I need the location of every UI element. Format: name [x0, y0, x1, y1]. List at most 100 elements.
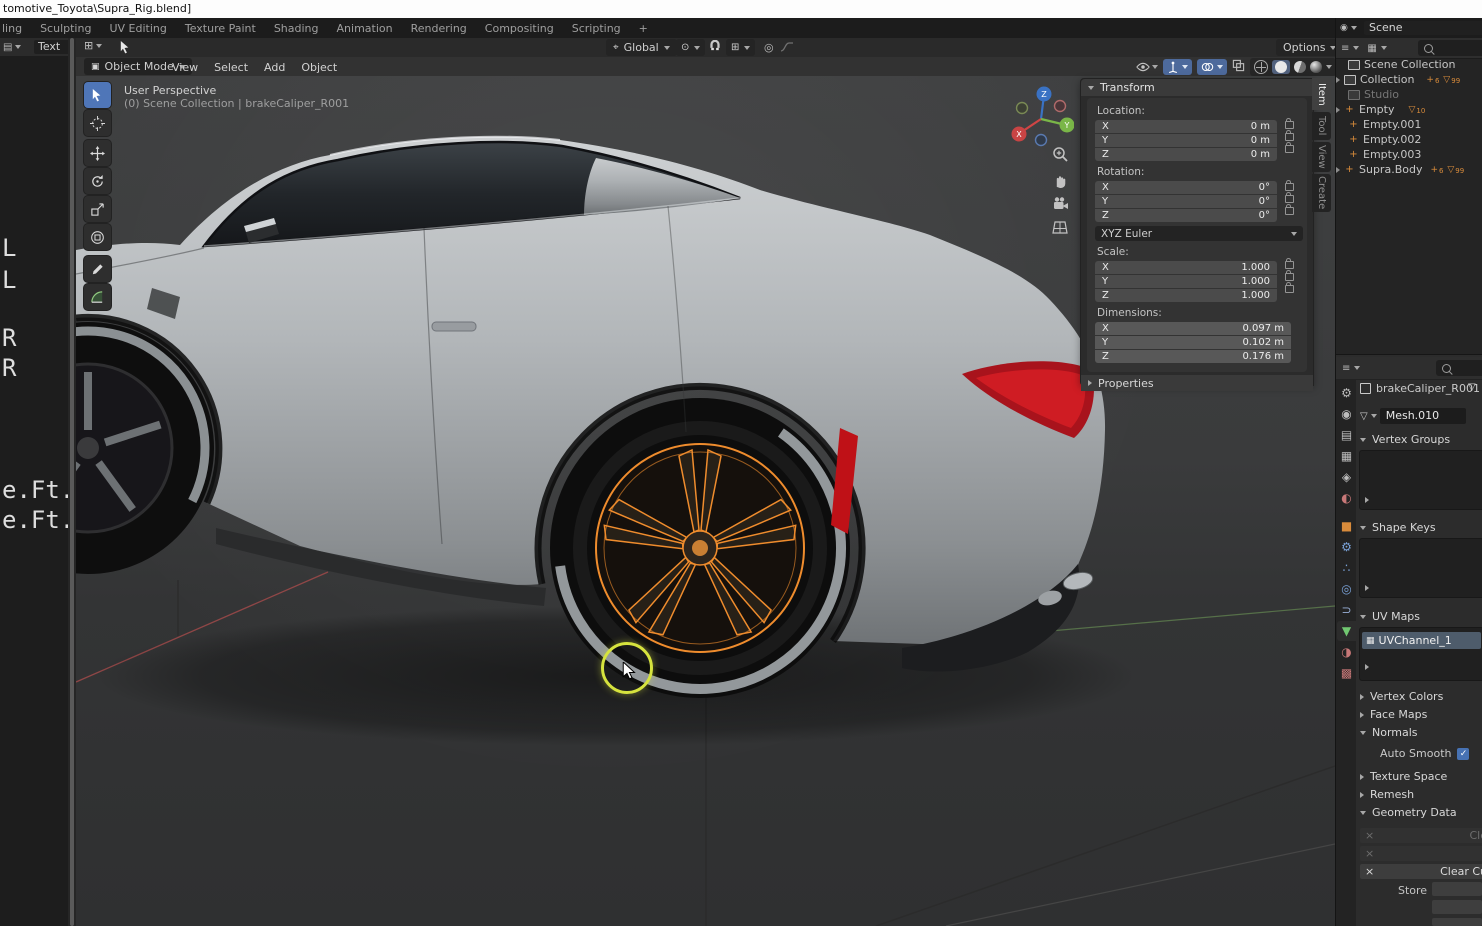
properties-subpanel-header[interactable]: Properties [1081, 375, 1313, 391]
menu-object[interactable]: Object [293, 57, 345, 77]
add-workspace-button[interactable]: + [630, 20, 657, 37]
rotation-mode-dropdown[interactable]: XYZ Euler [1095, 226, 1303, 241]
shading-wireframe-button[interactable] [1254, 60, 1268, 74]
text-editor-scrollbar[interactable] [68, 38, 76, 926]
tool-scale[interactable] [84, 196, 111, 222]
tab-modifiers[interactable]: ⚙ [1337, 537, 1356, 557]
proportional-falloff-dropdown[interactable] [780, 40, 794, 57]
scene-name-field[interactable]: Scene [1364, 21, 1482, 35]
store-vertex-button[interactable] [1432, 882, 1482, 896]
viewport-perspective-toggle[interactable] [1052, 220, 1068, 238]
normals-panel-header[interactable]: Normals [1360, 726, 1418, 739]
workspace-tab-rendering[interactable]: Rendering [402, 20, 476, 37]
auto-smooth-checkbox[interactable]: ✓ [1457, 747, 1470, 760]
list-expand-icon[interactable] [1365, 664, 1369, 670]
clear-sculpt-mask-button[interactable]: × Cle [1360, 828, 1482, 843]
outliner-row-supra-body[interactable]: + Supra.Body +6 ▽ 99 [1336, 162, 1482, 177]
shading-solid-button[interactable] [1272, 60, 1290, 74]
dimension-z-field[interactable]: Z 0.176 m [1095, 350, 1291, 363]
scale-z-field[interactable]: Z 1.000 [1095, 289, 1277, 302]
tab-world[interactable]: ◐ [1337, 488, 1356, 508]
clear-custom-split-normals-button[interactable]: × Clear Cu [1360, 864, 1482, 879]
mesh-name-field[interactable]: Mesh.010 [1379, 408, 1466, 424]
tab-view-layer[interactable]: ▦ [1337, 446, 1356, 466]
vertex-groups-panel-header[interactable]: Vertex Groups [1360, 433, 1450, 446]
tab-output[interactable]: ▤ [1337, 425, 1356, 445]
menu-view[interactable]: View [164, 57, 206, 77]
dimension-y-field[interactable]: Y 0.102 m [1095, 336, 1291, 349]
tab-object-data[interactable]: ▼ [1337, 621, 1356, 641]
rotation-lock-column[interactable] [1285, 179, 1294, 219]
pivot-point-dropdown[interactable]: ⊙ [676, 39, 706, 56]
uv-channel-list-item[interactable]: ▦ UVChannel_1 [1362, 632, 1481, 649]
options-dropdown[interactable]: Options [1276, 39, 1344, 56]
workspace-tab-compositing[interactable]: Compositing [476, 20, 563, 37]
list-expand-icon[interactable] [1365, 585, 1369, 591]
navigation-gizmo[interactable]: Z X Y [1008, 82, 1074, 148]
tab-particles[interactable]: ∴ [1337, 558, 1356, 578]
scale-x-field[interactable]: X 1.000 [1095, 261, 1277, 274]
shading-rendered-button[interactable] [1310, 61, 1322, 73]
menu-select[interactable]: Select [206, 57, 256, 77]
transform-panel-header[interactable]: Transform [1081, 79, 1313, 96]
tab-object[interactable]: ■ [1337, 516, 1356, 536]
dimension-x-field[interactable]: X 0.097 m [1095, 322, 1291, 335]
proportional-editing-toggle[interactable]: ◎ [764, 41, 774, 54]
workspace-tab-scripting[interactable]: Scripting [563, 20, 630, 37]
rotation-x-field[interactable]: X 0° [1095, 181, 1277, 194]
xray-toggle[interactable] [1232, 59, 1245, 75]
rotation-y-field[interactable]: Y 0° [1095, 195, 1277, 208]
tab-texture[interactable]: ▩ [1337, 663, 1356, 683]
tab-tool[interactable]: ⚙ [1337, 383, 1356, 403]
snap-with-dropdown[interactable]: ⊞ [726, 39, 756, 56]
workspace-tab-animation[interactable]: Animation [328, 20, 402, 37]
location-z-field[interactable]: Z0 m [1095, 148, 1277, 161]
workspace-tab-modeling[interactable]: ling [0, 20, 31, 37]
tool-move[interactable] [84, 140, 111, 166]
expand-icon[interactable] [1336, 166, 1340, 173]
expand-icon[interactable] [1336, 76, 1340, 83]
texture-space-panel-header[interactable]: Texture Space [1360, 770, 1447, 783]
scale-lock-column[interactable] [1285, 257, 1294, 297]
clear-skin-data-button[interactable]: × [1360, 846, 1482, 861]
chevron-down-icon[interactable] [1326, 65, 1332, 69]
location-lock-column[interactable] [1285, 117, 1294, 157]
workspace-tab-sculpting[interactable]: Sculpting [31, 20, 100, 37]
tab-scene[interactable]: ◈ [1337, 467, 1356, 487]
properties-breadcrumb[interactable]: brakeCaliper_R001 [1360, 382, 1480, 395]
tool-select-tweak[interactable] [84, 82, 111, 108]
rotation-z-field[interactable]: Z 0° [1095, 209, 1277, 222]
npanel-tab-view[interactable]: View [1312, 142, 1331, 172]
chevron-down-icon[interactable] [1353, 46, 1360, 50]
outliner-filter-icon[interactable]: ▦ [1367, 43, 1376, 54]
tab-render[interactable]: ◉ [1337, 404, 1356, 424]
npanel-tab-item[interactable]: Item [1312, 78, 1331, 110]
npanel-tab-tool[interactable]: Tool [1312, 112, 1331, 140]
npanel-tab-create[interactable]: Create [1312, 174, 1331, 212]
face-maps-panel-header[interactable]: Face Maps [1360, 708, 1427, 721]
shading-material-button[interactable] [1294, 61, 1306, 73]
transform-orientation-dropdown[interactable]: ⌖ Global [606, 39, 677, 56]
outliner-row-empty003[interactable]: + Empty.003 [1336, 147, 1482, 162]
outliner-display-mode-icon[interactable]: ≡ [1341, 43, 1349, 54]
tool-annotate[interactable] [84, 256, 111, 282]
vertex-colors-panel-header[interactable]: Vertex Colors [1360, 690, 1443, 703]
overlays-toggle[interactable] [1197, 59, 1227, 75]
outliner-search[interactable] [1418, 40, 1482, 56]
scale-y-field[interactable]: Y 1.000 [1095, 275, 1277, 288]
tool-rotate[interactable] [84, 168, 111, 194]
store-face-button[interactable] [1432, 918, 1482, 926]
object-visibility-dropdown[interactable] [1136, 61, 1158, 73]
outliner-row-empty002[interactable]: + Empty.002 [1336, 132, 1482, 147]
list-expand-icon[interactable] [1365, 497, 1369, 503]
tool-measure[interactable] [84, 284, 111, 310]
store-edge-button[interactable] [1432, 900, 1482, 914]
location-y-field[interactable]: Y0 m [1095, 134, 1277, 147]
gizmos-toggle[interactable] [1163, 59, 1192, 75]
mesh-datablock-selector[interactable]: ▽ Mesh.010 [1360, 408, 1466, 424]
outliner-row-empty[interactable]: + Empty ▽ 10 [1336, 102, 1482, 117]
workspace-tab-uv-editing[interactable]: UV Editing [100, 20, 175, 37]
expand-icon[interactable] [1336, 106, 1340, 113]
properties-search[interactable] [1436, 360, 1482, 376]
remesh-panel-header[interactable]: Remesh [1360, 788, 1414, 801]
